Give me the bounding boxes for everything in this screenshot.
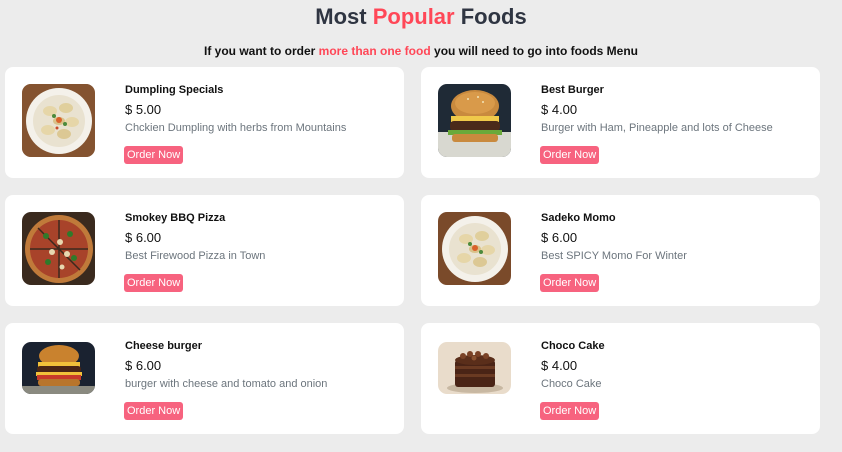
order-now-button[interactable]: Order Now bbox=[124, 146, 184, 164]
food-price: $ 4.00 bbox=[541, 358, 578, 373]
food-price: $ 6.00 bbox=[125, 230, 162, 245]
food-price: $ 4.00 bbox=[541, 102, 578, 117]
food-name: Dumpling Specials bbox=[125, 84, 224, 96]
chocolate-cake-image bbox=[438, 342, 511, 394]
burger-image bbox=[438, 84, 511, 157]
dumpling-plate-image bbox=[22, 84, 95, 157]
page-subtitle: If you want to order more than one food … bbox=[0, 44, 842, 58]
food-card: Cheese burger $ 6.00 burger with cheese … bbox=[5, 323, 404, 434]
food-name: Best Burger bbox=[541, 84, 604, 96]
order-now-button[interactable]: Order Now bbox=[540, 146, 600, 164]
cheese-burger-image bbox=[22, 342, 95, 394]
order-now-button[interactable]: Order Now bbox=[540, 402, 600, 420]
page-title: Most Popular Foods bbox=[0, 4, 842, 30]
subtitle-accent-text: more than one food bbox=[318, 44, 431, 58]
food-card: Smokey BBQ Pizza $ 6.00 Best Firewood Pi… bbox=[5, 195, 404, 306]
food-description: Best Firewood Pizza in Town bbox=[125, 250, 266, 262]
food-price: $ 5.00 bbox=[125, 102, 162, 117]
title-text-1: Most bbox=[315, 4, 367, 29]
food-price: $ 6.00 bbox=[541, 230, 578, 245]
food-grid: Dumpling Specials $ 5.00 Chckien Dumplin… bbox=[5, 67, 820, 434]
food-name: Sadeko Momo bbox=[541, 212, 616, 224]
food-card: Sadeko Momo $ 6.00 Best SPICY Momo For W… bbox=[421, 195, 820, 306]
food-card: Choco Cake $ 4.00 Choco Cake Order Now bbox=[421, 323, 820, 434]
food-name: Cheese burger bbox=[125, 340, 203, 352]
order-now-button[interactable]: Order Now bbox=[124, 274, 184, 292]
title-accent-text: Popular bbox=[372, 4, 455, 29]
food-price: $ 6.00 bbox=[125, 358, 162, 373]
order-now-button[interactable]: Order Now bbox=[124, 402, 184, 420]
food-page: Most Popular Foods If you want to order … bbox=[0, 0, 842, 452]
food-description: burger with cheese and tomato and onion bbox=[125, 378, 328, 390]
food-card: Best Burger $ 4.00 Burger with Ham, Pine… bbox=[421, 67, 820, 178]
food-card: Dumpling Specials $ 5.00 Chckien Dumplin… bbox=[5, 67, 404, 178]
order-now-button[interactable]: Order Now bbox=[540, 274, 600, 292]
food-description: Chckien Dumpling with herbs from Mountai… bbox=[125, 122, 347, 134]
subtitle-text-1: If you want to order bbox=[203, 44, 316, 58]
momo-plate-image bbox=[438, 212, 511, 285]
subtitle-text-2: you will need to go into foods Menu bbox=[434, 44, 638, 58]
food-description: Burger with Ham, Pineapple and lots of C… bbox=[541, 122, 773, 134]
title-text-2: Foods bbox=[460, 4, 527, 29]
food-description: Best SPICY Momo For Winter bbox=[541, 250, 687, 262]
food-description: Choco Cake bbox=[541, 378, 602, 390]
food-name: Smokey BBQ Pizza bbox=[125, 212, 226, 224]
pizza-image bbox=[22, 212, 95, 285]
food-name: Choco Cake bbox=[541, 340, 605, 352]
